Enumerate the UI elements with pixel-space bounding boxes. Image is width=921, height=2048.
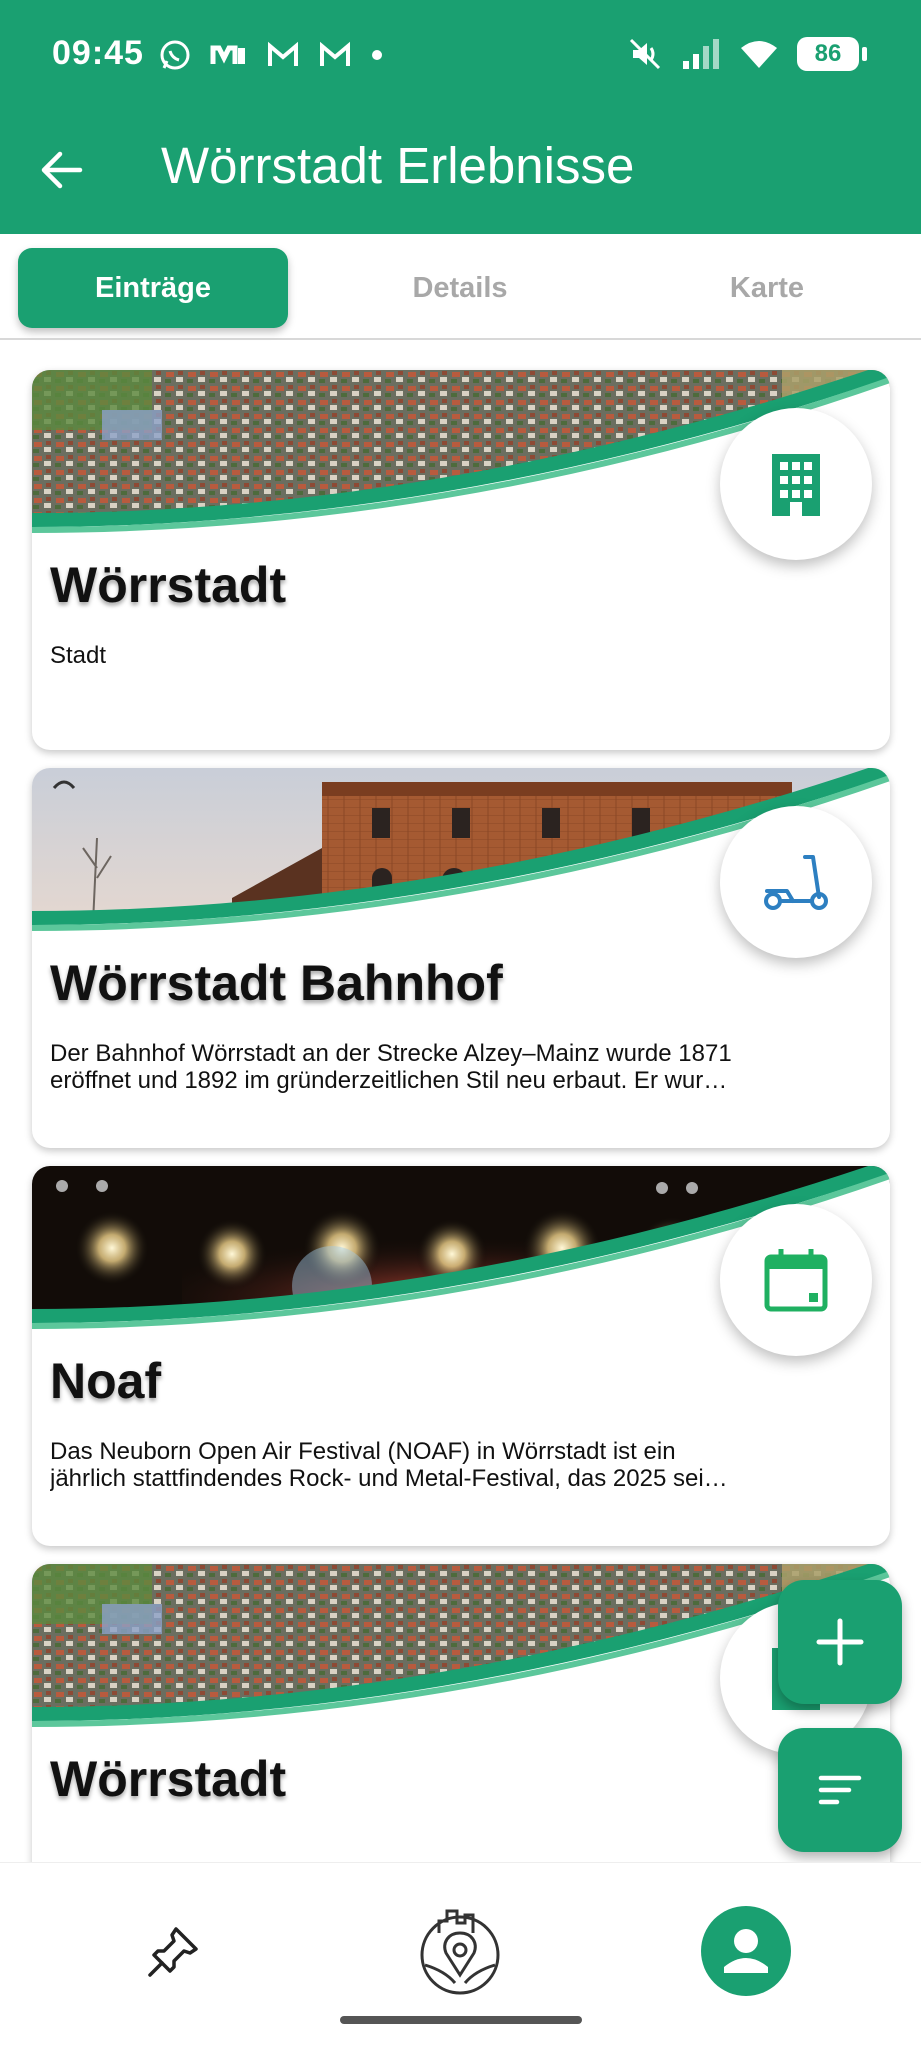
status-time: 09:45 — [52, 34, 144, 72]
entry-card[interactable]: Wörrstadt Bahnhof Der Bahnhof Wörrstadt … — [32, 768, 890, 1148]
category-badge[interactable] — [720, 408, 872, 560]
back-button[interactable] — [38, 146, 86, 194]
signal-icon — [683, 39, 719, 69]
profile-icon — [701, 1906, 791, 1996]
mute-icon — [629, 38, 661, 70]
entry-description-line: Das Neuborn Open Air Festival (NOAF) in … — [50, 1438, 676, 1465]
dot-icon — [372, 50, 382, 60]
nav-city-map[interactable] — [412, 1903, 508, 1999]
tab-eintraege[interactable]: Einträge — [18, 248, 288, 328]
gmail-icon — [320, 41, 350, 66]
entry-description-line: Stadt — [50, 642, 107, 669]
city-map-icon — [420, 1909, 500, 1995]
tab-bar: Einträge Details Karte — [0, 234, 921, 340]
scooter-icon — [764, 855, 828, 910]
category-badge[interactable] — [720, 806, 872, 958]
page-title: Wörrstadt Erlebnisse — [161, 137, 635, 194]
wifi-icon — [741, 41, 777, 68]
pin-icon — [148, 1927, 198, 1977]
sort-button[interactable] — [778, 1728, 902, 1852]
entry-title: Wörrstadt Bahnhof — [50, 955, 503, 1011]
add-entry-button[interactable] — [778, 1580, 902, 1704]
entry-description-line: jährlich stattfindendes Rock- und Metal-… — [50, 1465, 728, 1492]
arrow-left-icon — [41, 151, 83, 189]
entry-description: Das Neuborn Open Air Festival (NOAF) in … — [50, 1438, 890, 1492]
nav-pinned[interactable] — [126, 1903, 222, 1999]
sort-icon — [818, 1775, 862, 1805]
building-icon — [772, 454, 820, 516]
entry-title: Wörrstadt — [50, 557, 287, 613]
battery-indicator: 86 — [797, 37, 867, 71]
mail-icon — [210, 45, 245, 64]
tab-karte[interactable]: Karte — [632, 248, 902, 328]
notification-icons — [158, 38, 384, 72]
whatsapp-icon — [160, 40, 190, 70]
system-icons: 86 — [627, 36, 867, 72]
entry-title: Wörrstadt — [50, 1751, 287, 1807]
gmail-icon — [268, 41, 298, 66]
entry-description: Stadt — [50, 642, 890, 669]
entry-title: Noaf — [50, 1353, 162, 1409]
calendar-icon — [764, 1249, 828, 1312]
nav-profile[interactable] — [698, 1903, 794, 1999]
tab-details[interactable]: Details — [325, 248, 595, 328]
plus-icon — [816, 1618, 864, 1666]
entry-card[interactable]: Wörrstadt — [32, 1564, 890, 1862]
entry-card[interactable]: Noaf Das Neuborn Open Air Festival (NOAF… — [32, 1166, 890, 1546]
entry-description-line: eröffnet und 1892 im gründerzeitlichen S… — [50, 1067, 728, 1094]
status-bar: 09:45 86 — [0, 0, 921, 110]
category-badge[interactable] — [720, 1204, 872, 1356]
home-indicator[interactable] — [340, 2016, 582, 2024]
entry-description: Der Bahnhof Wörrstadt an der Strecke Alz… — [50, 1040, 890, 1094]
app-header: 09:45 86 Wörrstadt Erlebnisse — [0, 0, 921, 234]
entry-card[interactable]: Wörrstadt Stadt — [32, 370, 890, 750]
entry-description-line: Der Bahnhof Wörrstadt an der Strecke Alz… — [50, 1040, 732, 1067]
